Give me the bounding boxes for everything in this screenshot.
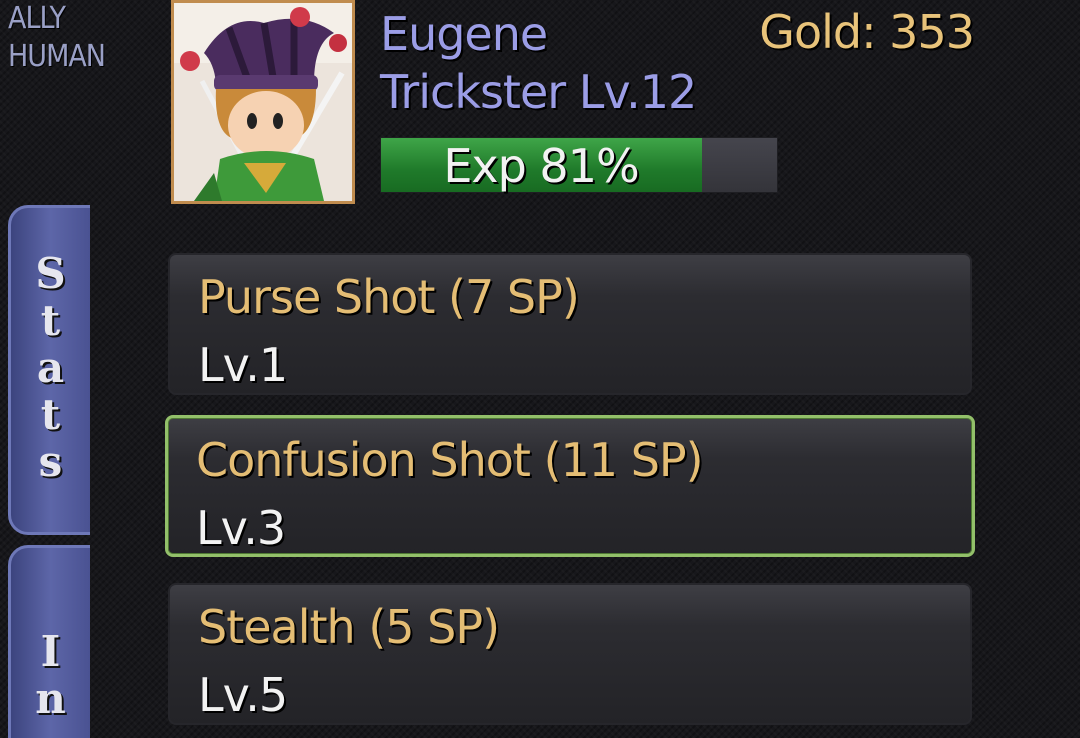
skill-name: Purse Shot (7 SP) bbox=[198, 270, 580, 324]
skill-name: Confusion Shot (11 SP) bbox=[196, 433, 704, 487]
tab-inventory[interactable]: In bbox=[8, 545, 90, 738]
tab-stats-label: Stats bbox=[35, 249, 66, 486]
exp-bar: Exp 81% bbox=[380, 137, 778, 193]
character-name: Eugene bbox=[380, 7, 548, 61]
character-portrait[interactable] bbox=[171, 0, 355, 204]
exp-label: Exp 81% bbox=[443, 139, 639, 193]
skill-item-confusion-shot[interactable]: Confusion Shot (11 SP) Lv.3 bbox=[165, 415, 975, 557]
skill-name: Stealth (5 SP) bbox=[198, 600, 500, 654]
unit-race: HUMAN bbox=[8, 39, 106, 74]
character-job-level: Trickster Lv.12 bbox=[380, 65, 697, 119]
skill-level: Lv.1 bbox=[198, 338, 288, 392]
gold-counter: Gold: 353 bbox=[759, 5, 975, 59]
skill-level: Lv.3 bbox=[196, 501, 286, 555]
jester-portrait-icon bbox=[174, 3, 352, 201]
skill-item-purse-shot[interactable]: Purse Shot (7 SP) Lv.1 bbox=[168, 253, 972, 395]
skill-level: Lv.5 bbox=[198, 668, 288, 722]
tab-inventory-label: In bbox=[35, 627, 66, 723]
tab-stats[interactable]: Stats bbox=[8, 205, 90, 535]
unit-faction: ALLY bbox=[8, 1, 66, 36]
unit-type-label: ALLY HUMAN bbox=[8, 0, 106, 76]
skill-item-stealth[interactable]: Stealth (5 SP) Lv.5 bbox=[168, 583, 972, 725]
